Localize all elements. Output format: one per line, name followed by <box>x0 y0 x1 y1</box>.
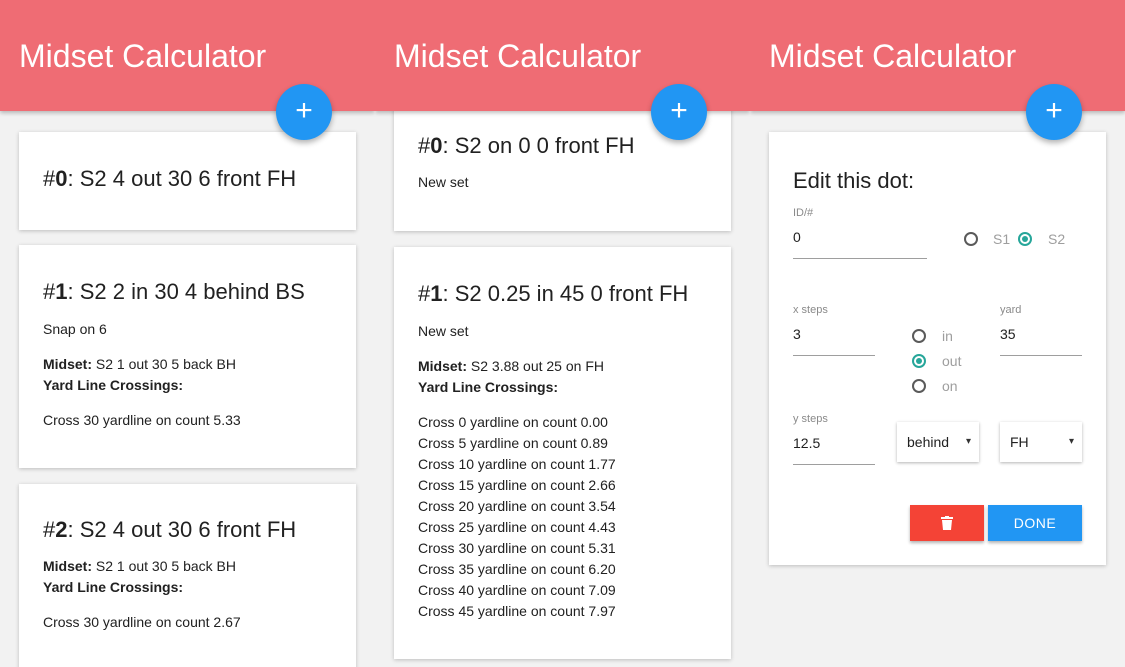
dot-title: #2: S2 4 out 30 6 front FH <box>43 517 297 542</box>
id-input[interactable]: 0 <box>793 227 927 259</box>
radio-in-label: in <box>942 328 953 344</box>
dot-note: New set <box>418 323 469 339</box>
y-steps-input[interactable]: 12.5 <box>793 433 875 465</box>
radio-in[interactable] <box>912 329 926 343</box>
crossing-item: Cross 0 yardline on count 0.00 <box>418 414 608 430</box>
dot-card[interactable]: #1: S2 2 in 30 4 behind BS Snap on 6 Mid… <box>19 245 356 468</box>
trash-icon <box>941 516 953 530</box>
crossing-item: Cross 30 yardline on count 5.31 <box>418 540 616 556</box>
edit-title: Edit this dot: <box>793 168 915 193</box>
dot-card[interactable]: #1: S2 0.25 in 45 0 front FH New set Mid… <box>394 247 731 659</box>
app-title: Midset Calculator <box>19 38 267 74</box>
crossing-item: Cross 45 yardline on count 7.97 <box>418 603 616 619</box>
app-title: Midset Calculator <box>394 38 642 74</box>
relation-select[interactable]: behind ▾ <box>897 422 979 462</box>
crossing-item: Cross 30 yardline on count 5.33 <box>43 412 241 428</box>
crossing-item: Cross 40 yardline on count 7.09 <box>418 582 616 598</box>
crossing-item: Cross 25 yardline on count 4.43 <box>418 519 616 535</box>
chevron-down-icon: ▾ <box>965 436 971 447</box>
add-dot-button[interactable]: + <box>651 84 707 140</box>
radio-s1[interactable] <box>964 232 978 246</box>
plus-icon: + <box>1045 94 1063 127</box>
crossing-item: Cross 5 yardline on count 0.89 <box>418 435 608 451</box>
crossings-heading: Yard Line Crossings: <box>418 379 559 395</box>
radio-on-label: on <box>942 378 958 394</box>
delete-button[interactable] <box>910 505 984 541</box>
midset-line: Midset: S2 1 out 30 5 back BH <box>43 356 236 372</box>
crossings-list: Cross 0 yardline on count 0.00 Cross 5 y… <box>418 412 616 622</box>
dot-card[interactable]: #2: S2 4 out 30 6 front FH Midset: S2 1 … <box>19 484 356 667</box>
yard-input[interactable]: 35 <box>1000 324 1082 356</box>
dot-card[interactable]: #0: S2 4 out 30 6 front FH <box>19 132 356 230</box>
panel-dot-list-1: Midset Calculator + #0: S2 4 out 30 6 fr… <box>0 0 375 667</box>
crossing-item: Cross 35 yardline on count 6.20 <box>418 561 616 577</box>
midset-line: Midset: S2 1 out 30 5 back BH <box>43 558 236 574</box>
radio-s2[interactable] <box>1018 232 1032 246</box>
dot-title: #1: S2 2 in 30 4 behind BS <box>43 279 305 304</box>
crossings-heading: Yard Line Crossings: <box>43 579 184 595</box>
dot-title: #1: S2 0.25 in 45 0 front FH <box>418 281 689 306</box>
yard-label: yard <box>1000 304 1022 316</box>
midset-line: Midset: S2 3.88 out 25 on FH <box>418 358 604 374</box>
dot-title: #0: S2 on 0 0 front FH <box>418 133 635 158</box>
radio-out[interactable] <box>912 354 926 368</box>
dot-note: Snap on 6 <box>43 321 107 337</box>
crossing-item: Cross 10 yardline on count 1.77 <box>418 456 616 472</box>
crossings-heading: Yard Line Crossings: <box>43 377 184 393</box>
panel-dot-list-2: Midset Calculator + #0: S2 on 0 0 front … <box>375 0 750 667</box>
plus-icon: + <box>670 94 688 127</box>
x-steps-label: x steps <box>793 304 828 316</box>
crossing-item: Cross 20 yardline on count 3.54 <box>418 498 616 514</box>
x-steps-input[interactable]: 3 <box>793 324 875 356</box>
id-label: ID/# <box>793 207 814 219</box>
panel-edit-dot: Midset Calculator + Edit this dot: ID/# … <box>750 0 1125 667</box>
edit-dot-card: Edit this dot: ID/# 0 S1 S2 x steps 3 in… <box>769 132 1106 565</box>
radio-s1-label: S1 <box>993 231 1011 247</box>
radio-out-label: out <box>942 353 962 369</box>
plus-icon: + <box>295 94 313 127</box>
radio-s2-label: S2 <box>1048 231 1066 247</box>
dot-title: #0: S2 4 out 30 6 front FH <box>43 166 297 191</box>
radio-on[interactable] <box>912 379 926 393</box>
crossing-item: Cross 30 yardline on count 2.67 <box>43 614 241 630</box>
hash-select[interactable]: FH ▾ <box>1000 422 1082 462</box>
chevron-down-icon: ▾ <box>1068 436 1074 447</box>
crossing-item: Cross 15 yardline on count 2.66 <box>418 477 616 493</box>
dot-note: New set <box>418 174 469 190</box>
app-title: Midset Calculator <box>769 38 1017 74</box>
done-button[interactable]: DONE <box>988 505 1082 541</box>
y-steps-label: y steps <box>793 413 828 425</box>
add-dot-button[interactable]: + <box>1026 84 1082 140</box>
add-dot-button[interactable]: + <box>276 84 332 140</box>
